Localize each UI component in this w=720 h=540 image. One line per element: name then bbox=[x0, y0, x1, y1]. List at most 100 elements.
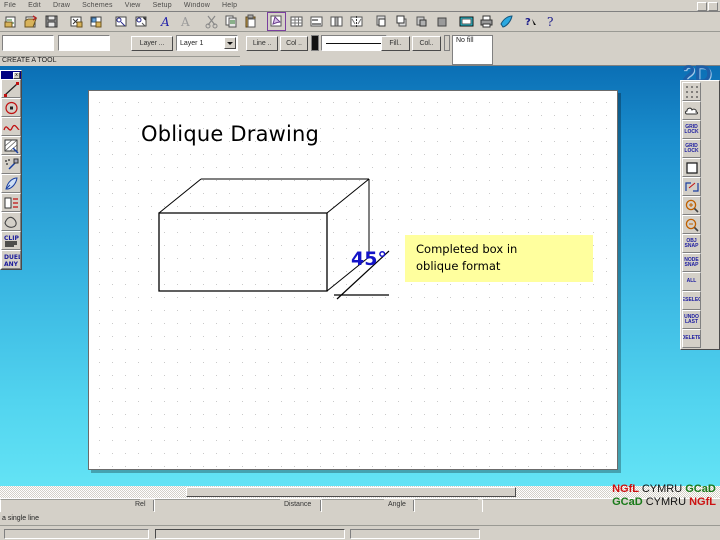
status-input-right[interactable] bbox=[350, 529, 480, 539]
layer-forward-icon[interactable] bbox=[412, 12, 431, 31]
branding-line-2: GCaD CYMRU NGfL bbox=[612, 496, 716, 509]
line-tool-icon[interactable] bbox=[1, 79, 21, 98]
menu-item-edit[interactable]: Edit bbox=[22, 0, 47, 11]
menu-item-draw[interactable]: Draw bbox=[47, 0, 76, 11]
node-snap-icon[interactable]: NODE SNAP bbox=[682, 253, 701, 272]
grid-lock-alt-icon[interactable]: GRID LOCK bbox=[682, 139, 701, 158]
layer-select-value: Layer 1 bbox=[180, 39, 204, 47]
status-blank-field bbox=[0, 499, 140, 512]
plot-out-icon[interactable] bbox=[112, 12, 131, 31]
fill-colour-swatch[interactable] bbox=[444, 35, 450, 51]
mirror-icon[interactable] bbox=[347, 12, 366, 31]
menu-item-view[interactable]: View bbox=[119, 0, 147, 11]
open-file-icon[interactable] bbox=[22, 12, 41, 31]
status-input-left[interactable] bbox=[4, 529, 149, 539]
minimize-button[interactable] bbox=[697, 2, 707, 11]
select-tool-icon[interactable] bbox=[267, 12, 286, 31]
drawing-canvas[interactable]: Oblique Drawing 45° Completed box in obl… bbox=[88, 90, 618, 470]
deselect-icon[interactable]: DESELECT bbox=[682, 291, 701, 310]
freehand-tool-icon[interactable] bbox=[1, 212, 21, 231]
svg-text:DUEL: DUEL bbox=[4, 254, 20, 261]
layer-select[interactable]: Layer 1 bbox=[176, 35, 238, 51]
rel-value-field[interactable] bbox=[154, 499, 280, 512]
centre-icon[interactable] bbox=[327, 12, 346, 31]
palette-titlebar[interactable]: x bbox=[1, 71, 21, 79]
svg-text:CLIP: CLIP bbox=[4, 235, 19, 242]
context-help-icon[interactable]: ? bbox=[522, 12, 541, 31]
cut-icon[interactable] bbox=[202, 12, 221, 31]
hatch-tool-icon[interactable] bbox=[1, 136, 21, 155]
curve-tool-icon[interactable] bbox=[1, 117, 21, 136]
distance-value-field[interactable] bbox=[321, 499, 384, 512]
application-window: File Edit Draw Schemes View Setup Window… bbox=[0, 0, 720, 540]
delete-icon[interactable]: DELETE bbox=[682, 329, 701, 348]
new-file-icon[interactable] bbox=[2, 12, 21, 31]
snap-cloud-icon[interactable] bbox=[682, 101, 701, 120]
text-tool-icon[interactable]: A bbox=[157, 12, 176, 31]
window-controls bbox=[697, 2, 718, 11]
font-icon[interactable]: A bbox=[177, 12, 196, 31]
transform-tool-icon[interactable] bbox=[1, 174, 21, 193]
layer-backward-icon[interactable] bbox=[432, 12, 451, 31]
screen-icon[interactable] bbox=[457, 12, 476, 31]
select-all-label: ALL bbox=[686, 278, 697, 284]
grid-icon[interactable] bbox=[287, 12, 306, 31]
svg-text:?: ? bbox=[547, 15, 553, 29]
spray-tool-icon[interactable] bbox=[1, 155, 21, 174]
coordinate-y-field[interactable] bbox=[58, 35, 110, 51]
menu-item-setup[interactable]: Setup bbox=[147, 0, 178, 11]
plot-settings-icon[interactable] bbox=[132, 12, 151, 31]
circle-tool-icon[interactable] bbox=[1, 98, 21, 117]
clipart-icon[interactable] bbox=[497, 12, 516, 31]
menu-item-window[interactable]: Window bbox=[178, 0, 216, 11]
svg-text:ANY: ANY bbox=[4, 261, 19, 268]
close-icon[interactable]: x bbox=[13, 71, 20, 79]
chevron-down-icon[interactable] bbox=[224, 37, 236, 49]
draw-tools-palette: x CLIP DUEL ANY bbox=[0, 70, 22, 270]
save-file-icon[interactable] bbox=[42, 12, 61, 31]
undo-last-label: UNDO LAST bbox=[684, 313, 699, 325]
maximize-button[interactable] bbox=[708, 2, 718, 11]
dimension-tool-icon[interactable] bbox=[1, 193, 21, 212]
fill-button[interactable]: Fill.. bbox=[381, 36, 410, 51]
line-style-button[interactable]: Line .. bbox=[246, 36, 278, 51]
export-icon[interactable] bbox=[87, 12, 106, 31]
grid-pattern-icon[interactable] bbox=[682, 82, 701, 101]
duel-any-tool-icon[interactable]: DUEL ANY bbox=[1, 250, 21, 269]
menu-item-help[interactable]: Help bbox=[216, 0, 243, 11]
undo-last-icon[interactable]: UNDO LAST bbox=[682, 310, 701, 329]
horizontal-scrollbar-thumb[interactable] bbox=[186, 487, 516, 497]
menu-item-schemes[interactable]: Schemes bbox=[76, 0, 119, 11]
align-icon[interactable] bbox=[307, 12, 326, 31]
line-style-preview[interactable] bbox=[321, 35, 387, 51]
zoom-box-icon[interactable] bbox=[682, 158, 701, 177]
status-input-middle[interactable] bbox=[155, 529, 345, 539]
status-fields-row: Rel Distance Angle bbox=[0, 499, 560, 513]
select-all-icon[interactable]: ALL bbox=[682, 272, 701, 291]
fill-colour-button[interactable]: Col.. bbox=[412, 36, 441, 51]
grid-lock-icon[interactable]: GRID LOCK bbox=[682, 120, 701, 139]
fill-preview[interactable]: No fill bbox=[452, 35, 493, 65]
line-colour-button[interactable]: Col .. bbox=[280, 36, 308, 51]
import-icon[interactable] bbox=[67, 12, 86, 31]
layer-back-icon[interactable] bbox=[392, 12, 411, 31]
zoom-out-icon[interactable] bbox=[682, 215, 701, 234]
rel-label: Rel bbox=[135, 501, 146, 508]
copy-icon[interactable] bbox=[222, 12, 241, 31]
print-icon[interactable] bbox=[477, 12, 496, 31]
line-colour-swatch[interactable] bbox=[311, 35, 319, 51]
angle-label: Angle bbox=[388, 501, 406, 508]
object-snap-icon[interactable]: OBJ SNAP bbox=[682, 234, 701, 253]
angle-value-field[interactable] bbox=[414, 499, 478, 512]
menu-item-file[interactable]: File bbox=[0, 0, 22, 11]
help-icon[interactable]: ? bbox=[542, 12, 561, 31]
angle-annotation: 45° bbox=[351, 248, 387, 270]
paste-icon[interactable] bbox=[242, 12, 261, 31]
zoom-fit-icon[interactable] bbox=[682, 177, 701, 196]
clipart-tool-icon[interactable]: CLIP bbox=[1, 231, 21, 250]
layer-button[interactable]: Layer ... bbox=[131, 36, 173, 51]
zoom-in-icon[interactable] bbox=[682, 196, 701, 215]
layer-front-icon[interactable] bbox=[372, 12, 391, 31]
coordinate-x-field[interactable] bbox=[2, 35, 54, 51]
branding-line-1: NGfL CYMRU GCaD bbox=[612, 483, 716, 496]
